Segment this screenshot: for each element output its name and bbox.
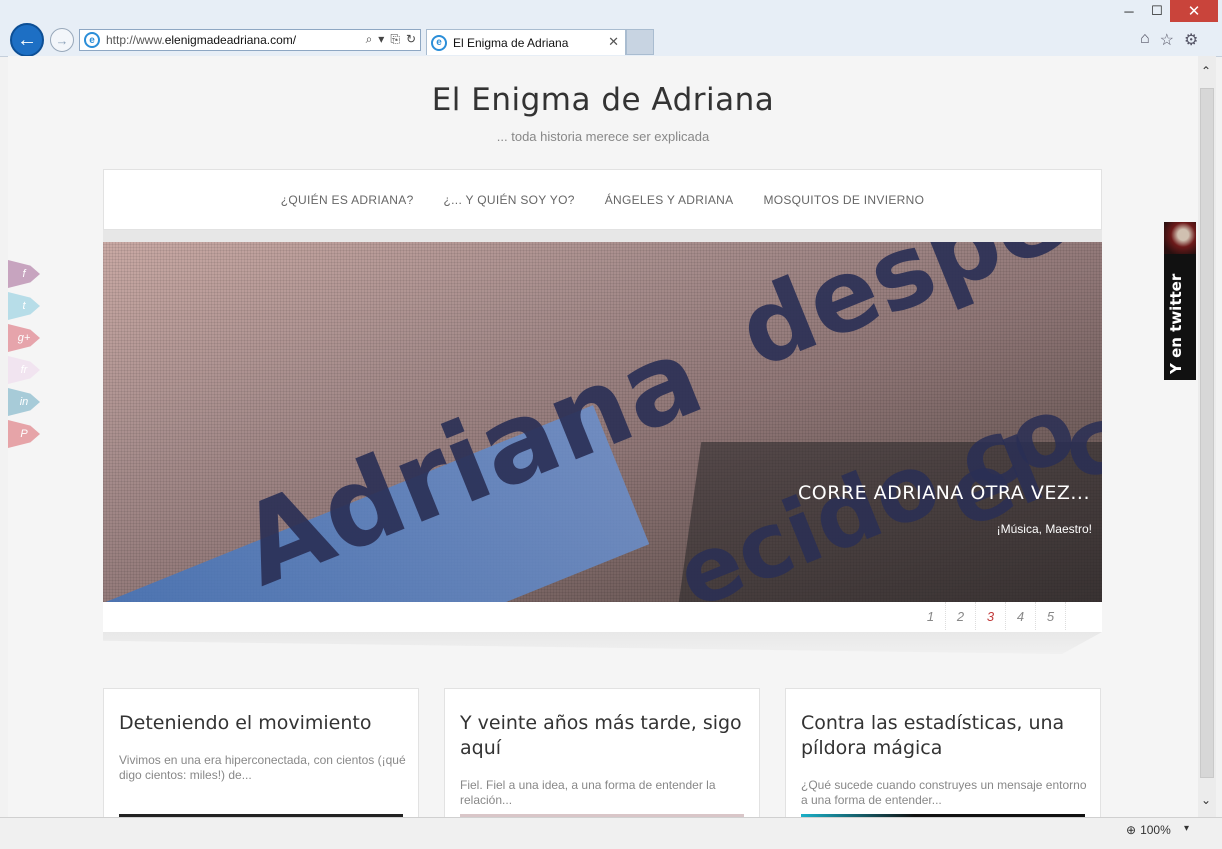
tools-gear-icon[interactable]: ⚙ xyxy=(1184,30,1198,50)
slider-pager: 1 2 3 4 5 xyxy=(916,602,1066,630)
slide-caption-subtitle: ¡Música, Maestro! xyxy=(996,522,1092,536)
zoom-control[interactable]: ⊕ 100% xyxy=(1126,823,1171,837)
ie-page-icon: e xyxy=(84,32,100,48)
facebook-icon[interactable]: f xyxy=(8,260,40,288)
linkedin-icon[interactable]: in xyxy=(8,388,40,416)
google-plus-icon[interactable]: g+ xyxy=(8,324,40,352)
slide-caption-title[interactable]: CORRE ADRIANA OTRA VEZ... xyxy=(798,482,1090,504)
back-button[interactable]: ← xyxy=(10,23,44,57)
slider-pager-bar: 1 2 3 4 5 xyxy=(103,602,1102,632)
twitter-widget-tab[interactable]: Y en twitter xyxy=(1164,222,1196,380)
tab-title: El Enigma de Adriana xyxy=(453,35,569,50)
twitter-tab-label: Y en twitter xyxy=(1167,273,1185,374)
nav-item-quien-es-adriana[interactable]: ¿QUIÉN ES ADRIANA? xyxy=(281,193,414,207)
home-icon[interactable]: ⌂ xyxy=(1140,30,1150,50)
post-card[interactable]: Deteniendo el movimiento Vivimos en una … xyxy=(103,688,419,817)
status-bar: ⊕ 100% ▾ xyxy=(0,817,1222,849)
scrollbar-thumb[interactable] xyxy=(1200,88,1214,778)
tab-active[interactable]: e El Enigma de Adriana ✕ xyxy=(426,29,626,55)
post-excerpt: Fiel. Fiel a una idea, a una forma de en… xyxy=(460,778,716,807)
post-excerpt: ¿Qué sucede cuando construyes un mensaje… xyxy=(801,778,1087,807)
main-nav: ¿QUIÉN ES ADRIANA? ¿... Y QUIÉN SOY YO? … xyxy=(103,169,1102,230)
pager-shadow xyxy=(103,632,1102,654)
back-arrow-icon: ← xyxy=(17,28,37,51)
address-prefix: http://www. xyxy=(106,33,165,47)
post-title[interactable]: Y veinte años más tarde, sigo aquí xyxy=(460,711,750,761)
post-excerpt: Vivimos en una era hiperconectada, con c… xyxy=(119,753,406,782)
nav-divider xyxy=(103,230,1102,242)
zoom-icon: ⊕ xyxy=(1126,823,1137,837)
pager-page-3[interactable]: 3 xyxy=(976,602,1006,630)
address-url[interactable]: http://www.elenigmadeadriana.com/ xyxy=(106,33,296,47)
pager-page-1[interactable]: 1 xyxy=(916,602,946,630)
address-tools: ⌕ ▾ ⎘ ↻ xyxy=(366,32,416,47)
post-card[interactable]: Y veinte años más tarde, sigo aquí Fiel.… xyxy=(444,688,760,817)
nav-item-mosquitos-de-invierno[interactable]: MOSQUITOS DE INVIERNO xyxy=(763,193,924,207)
scroll-down-icon[interactable]: ⌄ xyxy=(1201,793,1211,807)
friendfeed-icon[interactable]: fr xyxy=(8,356,40,384)
twitter-icon[interactable]: t xyxy=(8,292,40,320)
avatar xyxy=(1164,222,1196,254)
address-host: elenigmadeadriana.com/ xyxy=(164,33,297,47)
post-title[interactable]: Deteniendo el movimiento xyxy=(119,711,409,736)
search-icon[interactable]: ⌕ xyxy=(366,32,373,47)
post-card[interactable]: Contra las estadísticas, una píldora mág… xyxy=(785,688,1101,817)
featured-slider[interactable]: Adriana despe ecido co el c CORRE ADRIAN… xyxy=(103,242,1102,602)
vertical-scrollbar[interactable]: ⌃ ⌄ xyxy=(1198,56,1216,817)
pager-page-5[interactable]: 5 xyxy=(1036,602,1066,630)
scroll-up-icon[interactable]: ⌃ xyxy=(1201,64,1211,78)
web-page: El Enigma de Adriana ... toda historia m… xyxy=(8,56,1198,817)
site-title[interactable]: El Enigma de Adriana xyxy=(8,82,1198,118)
nav-item-quien-soy-yo[interactable]: ¿... Y QUIÉN SOY YO? xyxy=(444,193,575,207)
social-share-bar: f t g+ fr in P xyxy=(8,260,48,452)
maximize-button[interactable]: ☐ xyxy=(1144,0,1170,22)
zoom-dropdown-icon[interactable]: ▾ xyxy=(1184,823,1189,834)
close-window-button[interactable]: ✕ xyxy=(1170,0,1218,22)
refresh-icon[interactable]: ↻ xyxy=(406,32,416,47)
nav-item-angeles-y-adriana[interactable]: ÁNGELES Y ADRIANA xyxy=(605,193,734,207)
minimize-button[interactable]: ─ xyxy=(1114,0,1144,22)
command-icons: ⌂ ☆ ⚙ xyxy=(1140,30,1198,50)
compatibility-view-icon[interactable]: ⎘ xyxy=(390,32,400,47)
pager-page-4[interactable]: 4 xyxy=(1006,602,1036,630)
forward-arrow-icon: → xyxy=(55,32,69,48)
slide-image-word: despe xyxy=(723,242,1081,391)
address-bar[interactable]: e http://www.elenigmadeadriana.com/ ⌕ ▾ … xyxy=(79,29,421,51)
tab-favicon-icon: e xyxy=(431,34,447,51)
forward-button[interactable]: → xyxy=(50,28,74,52)
tab-close-icon[interactable]: ✕ xyxy=(608,34,619,50)
pinterest-icon[interactable]: P xyxy=(8,420,40,448)
new-tab-button[interactable] xyxy=(626,29,654,55)
site-tagline: ... toda historia merece ser explicada xyxy=(496,129,710,144)
pager-page-2[interactable]: 2 xyxy=(946,602,976,630)
zoom-level: 100% xyxy=(1140,823,1171,837)
favorites-star-icon[interactable]: ☆ xyxy=(1160,30,1174,50)
post-title[interactable]: Contra las estadísticas, una píldora mág… xyxy=(801,711,1091,761)
browser-chrome: ─ ☐ ✕ ← → e http://www.elenigmadeadriana… xyxy=(0,0,1222,57)
address-dropdown-icon[interactable]: ▾ xyxy=(378,32,384,47)
